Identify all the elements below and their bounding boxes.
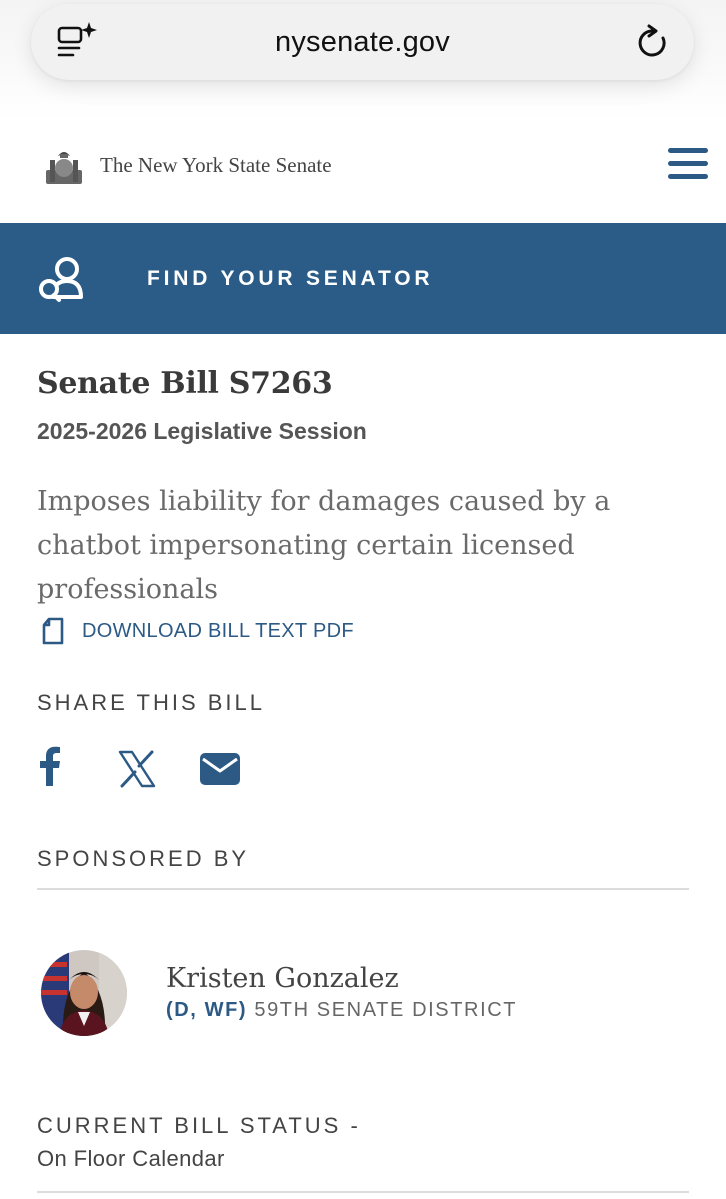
section-divider	[37, 888, 689, 890]
bill-status-value: On Floor Calendar	[37, 1146, 225, 1171]
address-bar[interactable]: nysenate.gov	[31, 4, 694, 80]
email-icon[interactable]	[200, 753, 240, 785]
bill-summary: Imposes liability for damages caused by …	[37, 486, 611, 605]
browser-toolbar: nysenate.gov	[0, 0, 726, 120]
ny-state-seal-icon[interactable]	[44, 148, 84, 188]
section-divider	[37, 1191, 689, 1193]
bill-status-heading: CURRENT BILL STATUS -	[37, 1113, 361, 1138]
download-bill-pdf-link[interactable]: DOWNLOAD BILL TEXT PDF	[40, 617, 354, 645]
find-your-senator-label: FIND YOUR SENATOR	[147, 267, 434, 290]
share-heading: SHARE THIS BILL	[37, 690, 265, 715]
download-bill-pdf-label[interactable]: DOWNLOAD BILL TEXT PDF	[82, 620, 354, 643]
site-header: The New York State Senate	[0, 140, 726, 220]
reload-icon[interactable]	[636, 24, 670, 60]
site-name[interactable]: The New York State Senate	[100, 153, 332, 178]
sponsored-by-heading: SPONSORED BY	[37, 846, 250, 871]
document-icon	[42, 617, 64, 645]
sponsor-name[interactable]: Kristen Gonzalez	[166, 963, 399, 994]
url-text[interactable]: nysenate.gov	[31, 26, 694, 59]
sponsor-avatar[interactable]	[41, 950, 127, 1036]
bill-title: Senate Bill S7263	[37, 366, 333, 401]
senator-search-icon	[39, 257, 83, 302]
find-your-senator-banner[interactable]: FIND YOUR SENATOR	[0, 223, 726, 334]
sponsor-meta: (D, WF) 59TH SENATE DISTRICT	[166, 999, 517, 1022]
hamburger-menu-icon[interactable]	[668, 148, 712, 184]
sponsor-portrait-image	[41, 950, 127, 1036]
facebook-icon[interactable]	[36, 746, 62, 786]
sponsor-party[interactable]: (D, WF)	[166, 999, 247, 1021]
x-icon[interactable]	[118, 750, 156, 788]
legislative-session: 2025-2026 Legislative Session	[37, 418, 367, 444]
sponsor-district: 59TH SENATE DISTRICT	[254, 999, 518, 1021]
